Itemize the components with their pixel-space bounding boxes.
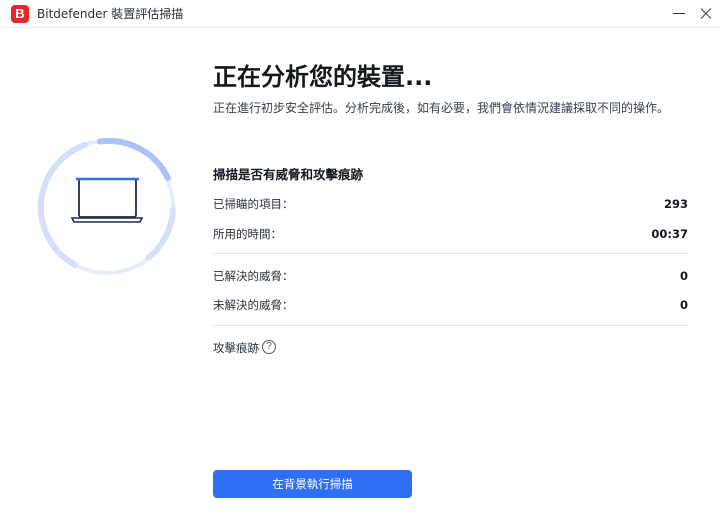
section-title: 掃描是否有威脅和攻擊痕跡 <box>213 167 364 182</box>
divider <box>213 325 688 326</box>
attack-traces-label: 攻擊痕跡 <box>213 341 259 355</box>
progress-ring-arc-top <box>97 138 171 181</box>
window-title: Bitdefender 裝置評估掃描 <box>37 7 184 21</box>
scanned-items-label: 已掃瞄的項目： <box>213 197 294 211</box>
close-button[interactable] <box>690 0 720 28</box>
scan-progress-ring <box>37 138 176 275</box>
progress-ring-arc-right <box>145 207 176 261</box>
title-bar: B Bitdefender 裝置評估掃描 <box>0 0 720 28</box>
question-circle-icon[interactable]: ? <box>262 340 276 354</box>
unresolved-threats-label: 未解決的威脅： <box>213 298 294 312</box>
scanned-items-value: 293 <box>663 197 688 211</box>
resolved-threats-value: 0 <box>679 269 688 283</box>
unresolved-threats-value: 0 <box>679 298 688 312</box>
elapsed-time-value: 00:37 <box>651 227 688 241</box>
run-in-background-button[interactable]: 在背景執行掃描 <box>213 470 412 498</box>
elapsed-time-label: 所用的時間： <box>213 227 282 241</box>
page-title: 正在分析您的裝置... <box>213 63 433 91</box>
laptop-icon <box>70 177 144 223</box>
divider <box>213 253 688 254</box>
page-subtitle: 正在進行初步安全評估。分析完成後，如有必要，我們會依情況建議採取不同的操作。 <box>213 101 670 115</box>
resolved-threats-label: 已解決的威脅： <box>213 269 294 283</box>
bitdefender-logo-icon: B <box>11 5 29 23</box>
